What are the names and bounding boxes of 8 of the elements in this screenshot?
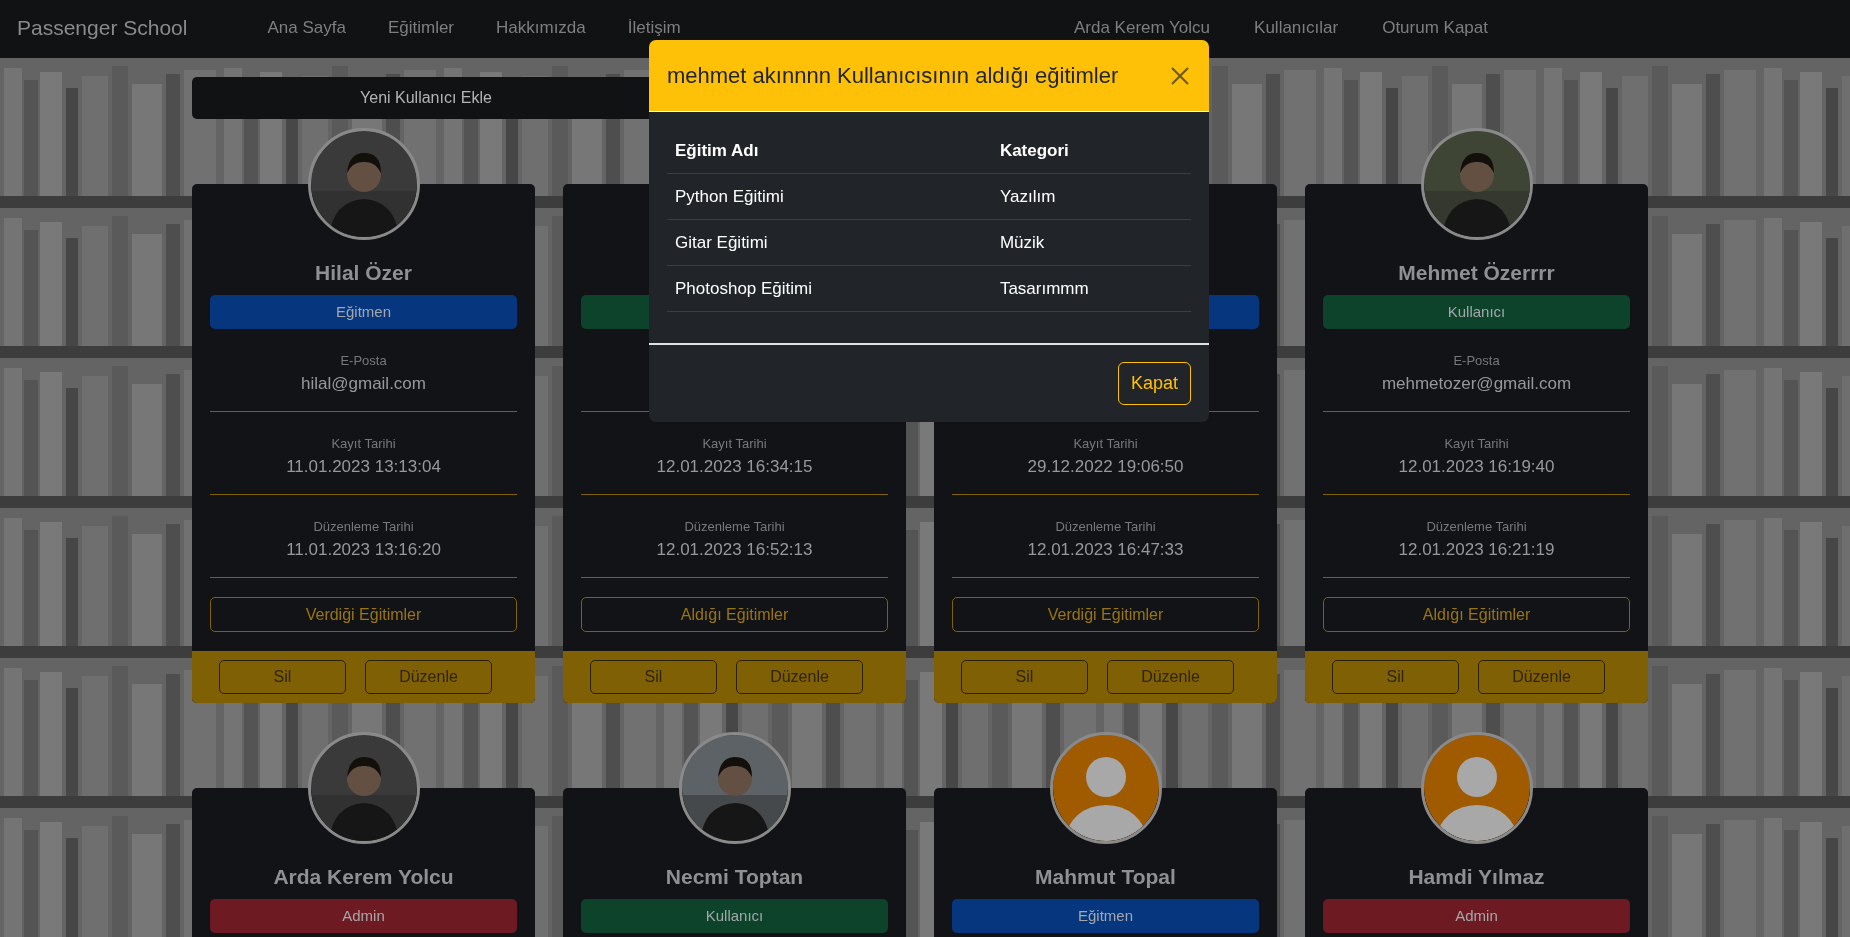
nav-link[interactable]: Ana Sayfa (267, 18, 346, 38)
nav-link[interactable]: Hakkımızda (496, 18, 586, 38)
nav-link[interactable]: Arda Kerem Yolcu (1073, 18, 1211, 38)
nav-link[interactable]: Oturum Kapat (1382, 18, 1488, 38)
brand-logo[interactable]: Passenger School (17, 17, 188, 39)
nav-link[interactable]: İletişim (627, 18, 681, 38)
nav-link[interactable]: Kullanıcılar (1254, 18, 1339, 38)
nav-link[interactable]: Eğitimler (387, 18, 455, 38)
